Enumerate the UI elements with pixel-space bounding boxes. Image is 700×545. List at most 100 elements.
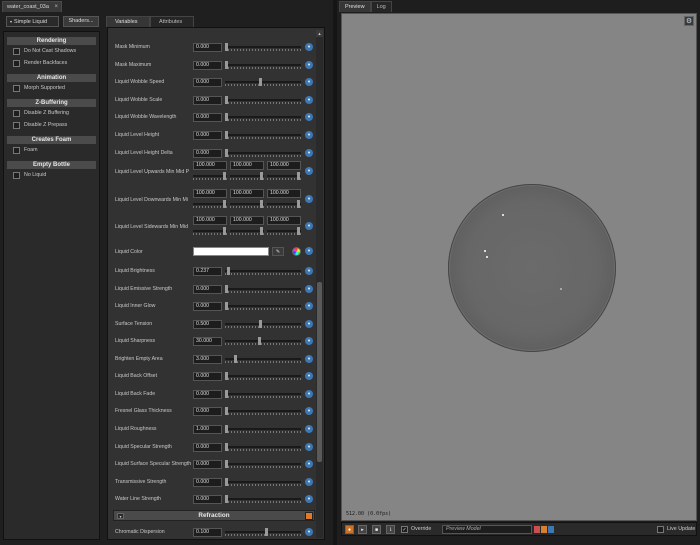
value-slider[interactable] (225, 43, 301, 52)
property-value-input[interactable]: 0.100 (193, 527, 222, 537)
scroll-up-arrow-icon[interactable]: ▲ (316, 30, 323, 37)
slider-handle[interactable] (259, 319, 262, 328)
slider-handle[interactable] (225, 284, 228, 293)
tab-variables[interactable]: Variables (106, 16, 150, 27)
option-checkbox[interactable] (13, 121, 20, 129)
slider-handle[interactable] (225, 131, 228, 139)
slider-handle[interactable] (234, 354, 237, 363)
options-dropdown-button[interactable]: ▾ (305, 460, 313, 469)
vector-component-input[interactable]: 100.000 (267, 216, 301, 226)
options-dropdown-button[interactable]: ▾ (305, 267, 313, 275)
options-dropdown-button[interactable]: ▾ (305, 372, 313, 381)
property-value-input[interactable]: 0.000 (193, 460, 222, 470)
options-dropdown-button[interactable]: ▾ (305, 222, 313, 231)
value-slider[interactable] (225, 460, 301, 469)
value-slider[interactable] (193, 227, 227, 236)
vector-component-input[interactable]: 100.000 (230, 188, 264, 198)
document-tab[interactable]: water_coast_03a × (2, 1, 62, 12)
option-row[interactable]: No Liquid (4, 169, 99, 181)
options-dropdown-button[interactable]: ▾ (305, 477, 313, 486)
stop-button[interactable]: ■ (372, 525, 381, 534)
slider-handle[interactable] (225, 302, 228, 311)
tab-attributes[interactable]: Attributes (150, 16, 194, 27)
option-row[interactable]: Disable Z Buffering (4, 107, 99, 119)
options-dropdown-button[interactable]: ▾ (305, 60, 313, 69)
vector-component-input[interactable]: 100.000 (267, 188, 301, 198)
value-slider[interactable] (225, 407, 301, 416)
options-dropdown-button[interactable]: ▾ (305, 337, 313, 346)
options-dropdown-button[interactable]: ▾ (305, 354, 313, 363)
property-value-input[interactable]: 0.500 (193, 319, 222, 329)
slider-handle[interactable] (265, 527, 268, 536)
vertical-scrollbar[interactable]: ▲ (316, 30, 323, 538)
property-value-input[interactable]: 0.000 (193, 95, 222, 105)
option-row[interactable]: Do Not Cast Shadows (4, 45, 99, 57)
slider-handle[interactable] (225, 95, 228, 104)
slider-handle[interactable] (260, 227, 263, 236)
value-slider[interactable] (225, 95, 301, 105)
options-dropdown-button[interactable]: ▾ (305, 194, 313, 203)
value-slider[interactable] (267, 172, 301, 181)
slider-handle[interactable] (223, 172, 226, 181)
property-value-input[interactable]: 1.000 (193, 424, 222, 434)
override-checkbox[interactable]: ✓ (401, 526, 408, 533)
value-slider[interactable] (230, 227, 264, 236)
record-button[interactable]: ● (345, 525, 354, 534)
slider-handle[interactable] (225, 60, 228, 69)
eyedropper-icon[interactable]: ✎ (272, 247, 284, 256)
options-dropdown-button[interactable]: ▾ (305, 302, 313, 311)
value-slider[interactable] (225, 113, 301, 122)
scrollbar-thumb[interactable] (317, 282, 322, 462)
tab-preview[interactable]: Preview (339, 1, 371, 12)
options-dropdown-button[interactable]: ▾ (305, 442, 313, 451)
slider-handle[interactable] (260, 199, 263, 208)
value-slider[interactable] (230, 172, 264, 181)
gear-icon[interactable]: ⚙ (684, 16, 694, 26)
options-dropdown-button[interactable]: ▾ (305, 284, 313, 293)
slider-handle[interactable] (260, 172, 263, 181)
options-dropdown-button[interactable]: ▾ (305, 148, 313, 157)
value-slider[interactable] (225, 148, 301, 158)
color-wheel-icon[interactable] (292, 247, 301, 256)
option-row[interactable]: Render Backfaces (4, 57, 99, 69)
option-checkbox[interactable] (13, 84, 20, 92)
slider-handle[interactable] (297, 172, 300, 181)
value-slider[interactable] (230, 199, 264, 209)
slider-handle[interactable] (225, 148, 228, 157)
property-value-input[interactable]: 0.000 (193, 389, 222, 399)
vector-component-input[interactable]: 100.000 (267, 161, 301, 171)
value-slider[interactable] (267, 227, 301, 236)
value-slider[interactable] (225, 354, 301, 364)
slider-handle[interactable] (227, 267, 230, 275)
options-dropdown-button[interactable]: ▾ (305, 527, 313, 536)
property-value-input[interactable]: 0.000 (193, 148, 222, 158)
model-browse-icon[interactable] (534, 526, 540, 533)
options-dropdown-button[interactable]: ▾ (305, 43, 313, 51)
vector-component-input[interactable]: 100.000 (193, 161, 227, 171)
property-value-input[interactable]: 0.000 (193, 43, 222, 52)
property-value-input[interactable]: 0.000 (193, 372, 222, 382)
options-dropdown-button[interactable]: ▾ (305, 424, 313, 433)
model-settings-icon[interactable] (548, 526, 554, 533)
option-checkbox[interactable] (13, 47, 20, 55)
slider-handle[interactable] (225, 43, 228, 51)
option-row[interactable]: Morph Supported (4, 82, 99, 94)
preview-viewport[interactable]: ⚙ 512.00 (0.0fps) (341, 13, 697, 521)
shader-select[interactable]: ▾ Simple Liquid (6, 16, 59, 27)
property-value-input[interactable]: 30.000 (193, 337, 222, 347)
value-slider[interactable] (267, 199, 301, 209)
value-slider[interactable] (193, 172, 227, 181)
shaders-button[interactable]: Shaders... (63, 16, 99, 27)
option-checkbox[interactable] (13, 146, 20, 154)
value-slider[interactable] (225, 302, 301, 311)
options-dropdown-button[interactable]: ▾ (305, 247, 313, 255)
vector-component-input[interactable]: 100.000 (230, 216, 264, 226)
option-checkbox[interactable] (13, 109, 20, 117)
option-row[interactable]: Disable Z Prepass (4, 119, 99, 131)
value-slider[interactable] (225, 131, 301, 140)
options-dropdown-button[interactable]: ▾ (305, 389, 313, 398)
slider-handle[interactable] (225, 372, 228, 381)
slider-handle[interactable] (297, 199, 300, 208)
property-value-input[interactable]: 0.000 (193, 407, 222, 417)
slider-handle[interactable] (225, 113, 228, 122)
